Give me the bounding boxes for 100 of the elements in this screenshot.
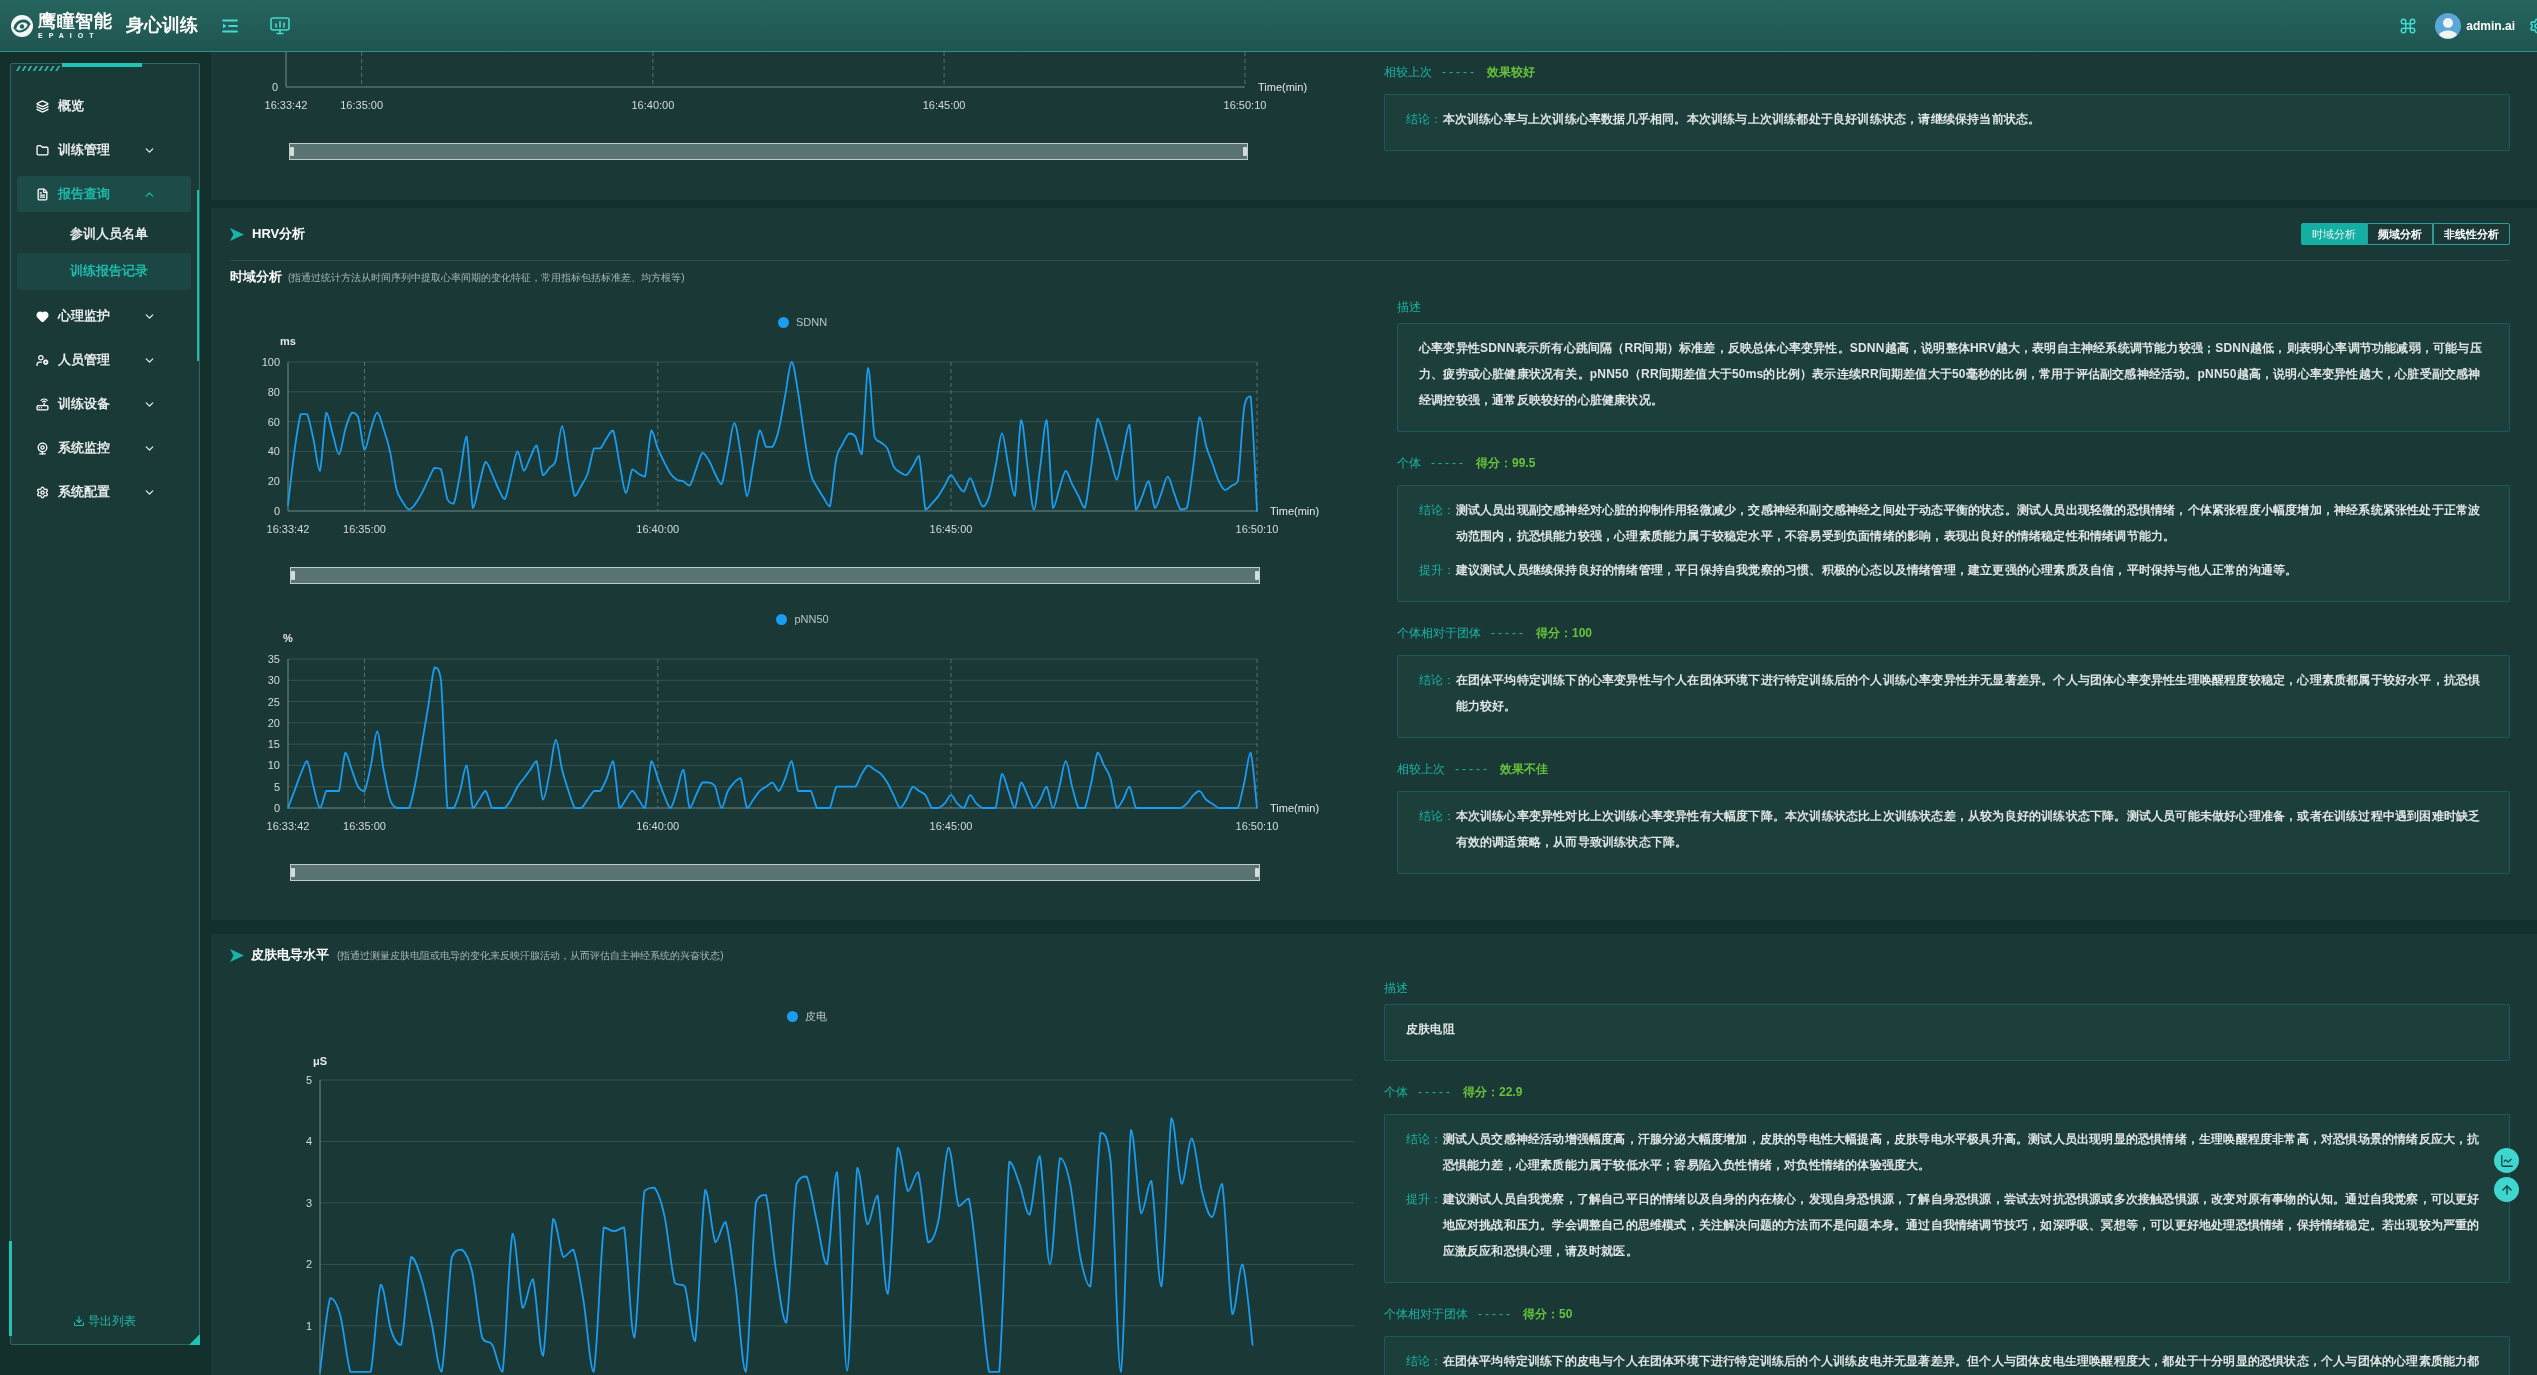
dash-separator: ----- <box>1478 1306 1513 1323</box>
y-tick-label: 35 <box>267 653 280 665</box>
zoom-slider[interactable] <box>290 864 1260 881</box>
y-tick-label: 80 <box>267 385 280 398</box>
assessment-result: 效果较好 <box>1487 64 1535 81</box>
slider-handle[interactable] <box>1255 868 1259 877</box>
sidebar-item[interactable]: 训练设备 <box>17 386 191 422</box>
note-text: 在团体平均特定训练下的皮电与个人在团体环境下进行特定训练后的个人训练皮电并无显著差异。但个人与团体皮电生理唤醒程度大，都处于十分明显的恐惧状态，个人与团体的心理素质能力都 <box>1442 1353 2481 1370</box>
y-tick-label: 60 <box>267 415 280 428</box>
zoom-slider[interactable] <box>290 567 1260 584</box>
user-name[interactable]: admin.ai <box>2466 16 2515 35</box>
pointer-arrow-icon <box>230 948 244 962</box>
y-tick-label: 1 <box>305 1319 312 1332</box>
command-icon[interactable] <box>2399 16 2418 35</box>
section-note: (指通过测量皮肤电阻或电导的变化来反映汗腺活动，从而评估自主神经系统的兴奋状态) <box>337 948 724 963</box>
y-axis <box>285 52 287 88</box>
x-axis-title: Time(min) <box>1270 802 1320 814</box>
section-title: HRV分析 <box>252 225 306 244</box>
dash-separator: ----- <box>1431 455 1466 472</box>
y-tick-label: 100 <box>261 356 280 368</box>
y-tick-label: 4 <box>305 1135 312 1148</box>
legend-label[interactable]: pNN50 <box>794 610 829 628</box>
settings-icon <box>36 485 49 499</box>
y-tick-label: 3 <box>305 1196 312 1209</box>
y-tick-label: 10 <box>267 759 280 772</box>
x-tick-label: 16:45:00 <box>929 820 973 832</box>
x-tick-label: 16:33:42 <box>266 523 310 535</box>
assessment-label: 个体相对于团体 <box>1397 625 1481 642</box>
note-text: 测试人员出现副交感神经对心脏的抑制作用轻微减少，交感神经和副交感神经之间处于动态平衡的状态。测试人员出现轻微的恐惧情绪，个体紧张程度小幅度增加，神经系统紧张性处于正常波动范围内，抗恐惧能力较强，心理素质能力属于较稳定水平，不容易受到负面情绪的影响，表现出良好的情绪稳定性和情绪调节能力。 <box>1455 502 2482 545</box>
note-label: 提升： <box>1419 562 1456 579</box>
dash-separator: ----- <box>1418 1084 1453 1101</box>
description-text: 皮肤电阻 <box>1406 1021 1456 1038</box>
note-text: 本次训练心率与上次训练心率数据几乎相同。本次训练与上次训练都处于良好训练状态，请继续保持当前状态。 <box>1442 111 2042 128</box>
x-tick-label: 16:35:00 <box>340 99 384 111</box>
assessment-result: 得分：50 <box>1523 1306 1573 1323</box>
sidebar-subitem[interactable]: 参训人员名单 <box>17 216 191 253</box>
slider-handle[interactable] <box>290 147 294 156</box>
description-label: 描述 <box>1384 980 1408 997</box>
slider-handle[interactable] <box>1243 147 1247 156</box>
pointer-arrow-icon <box>230 227 244 241</box>
monitor-chart-icon[interactable] <box>270 16 290 35</box>
y-tick-label: 5 <box>273 780 280 793</box>
zoom-slider[interactable] <box>289 143 1248 160</box>
export-list-link[interactable]: 导出列表 <box>72 1312 136 1330</box>
subsection-title: 时域分析 <box>230 268 282 286</box>
x-tick-label: 16:35:00 <box>343 820 386 832</box>
assessment-result: 得分：100 <box>1536 625 1592 642</box>
note-label: 结论： <box>1406 111 1443 128</box>
corner-triangle-decoration <box>189 1334 200 1345</box>
y-tick-label: 2 <box>305 1258 312 1271</box>
y-tick-label: 30 <box>267 674 280 687</box>
y-tick-label: 25 <box>267 695 280 708</box>
assessment-result: 得分：22.9 <box>1463 1084 1523 1101</box>
y-tick-label: 40 <box>267 445 280 458</box>
menu-fold-icon[interactable] <box>222 18 238 33</box>
folder-icon <box>36 143 49 157</box>
slider-handle[interactable] <box>1255 571 1259 580</box>
legend-label[interactable]: 皮电 <box>805 1007 827 1025</box>
sidebar-item[interactable]: 系统监控 <box>17 430 191 466</box>
layers-icon <box>36 99 49 113</box>
y-axis-title: % <box>283 632 293 644</box>
x-axis-title: Time(min) <box>1258 81 1308 93</box>
x-tick-label: 16:33:42 <box>266 820 310 832</box>
y-tick-label: 15 <box>267 738 280 751</box>
note-text: 建议测试人员继续保持良好的情绪管理，平日保持自我觉察的习惯、积极的心态以及情绪管理，建立更强的心理素质及自信，平时保持与他人正常的沟通等。 <box>1455 562 2299 579</box>
note-text: 本次训练心率变异性对比上次训练心率变异性有大幅度下降。本次训练状态比上次训练状态差，从较为良好的训练状态下降。测试人员可能未做好心理准备，或者在训练过程中遇到困难时缺乏有效的调适策略，从而导致训练状态下降。 <box>1455 808 2482 851</box>
slider-handle[interactable] <box>291 868 295 877</box>
document-icon <box>36 187 49 201</box>
user-gear-icon <box>36 353 49 367</box>
note-label: 提升： <box>1406 1191 1443 1208</box>
download-icon <box>72 1315 85 1327</box>
description-label: 描述 <box>1397 299 1421 316</box>
avatar-icon[interactable] <box>2435 12 2462 39</box>
sidebar-item[interactable]: 心理监护 <box>17 298 191 334</box>
sidebar-item[interactable]: 概览 <box>17 88 191 124</box>
x-tick-label: 16:50:10 <box>1235 523 1279 535</box>
logo-icon <box>10 13 34 38</box>
x-tick-label: 16:40:00 <box>631 99 675 111</box>
note-label: 结论： <box>1419 502 1456 519</box>
sidebar-item[interactable]: 报告查询 <box>17 176 191 212</box>
tab[interactable]: 频域分析 <box>2367 223 2433 245</box>
sidebar-item[interactable]: 训练管理 <box>17 132 191 168</box>
y-tick-label: 0 <box>273 505 280 517</box>
sidebar-item[interactable]: 人员管理 <box>17 342 191 378</box>
section-title: 皮肤电导水平 <box>251 946 329 964</box>
y-tick-label: 20 <box>267 475 280 488</box>
assessment-label: 相较上次 <box>1397 761 1445 778</box>
note-label: 结论： <box>1406 1353 1443 1370</box>
app-title: 身心训练 <box>126 14 198 37</box>
tab[interactable]: 非线性分析 <box>2433 223 2510 245</box>
description-text: 心率变异性SDNN表示所有心跳间隔（RR间期）标准差，反映总体心率变异性。SDNN越高，说明整体HRV越大，表明自主神经系统调节能力较强；SDNN越低，则表明心率调节功能减弱，可能与压力、疲劳或心脏健康状况有关。pNN50（RR间期差值大于50ms的比例）表示连续RR间期差值大于50毫秒的比例，常用于评估副交感神经活动。pNN50越高，说明心率变异性越大，心脏受副交感神经调控较强，通常反映较好的心脏健康状况。 <box>1419 340 2483 409</box>
slider-handle[interactable] <box>291 571 295 580</box>
x-tick-label: 16:50:10 <box>1223 99 1267 111</box>
legend-label[interactable]: SDNN <box>795 313 828 331</box>
sidebar-subitem[interactable]: 训练报告记录 <box>17 253 191 290</box>
x-tick-label: 16:35:00 <box>343 523 386 535</box>
dash-separator: ----- <box>1442 64 1477 81</box>
sidebar-item[interactable]: 系统配置 <box>17 474 191 510</box>
stripe-decoration <box>14 66 60 71</box>
webcam-icon <box>36 441 49 455</box>
